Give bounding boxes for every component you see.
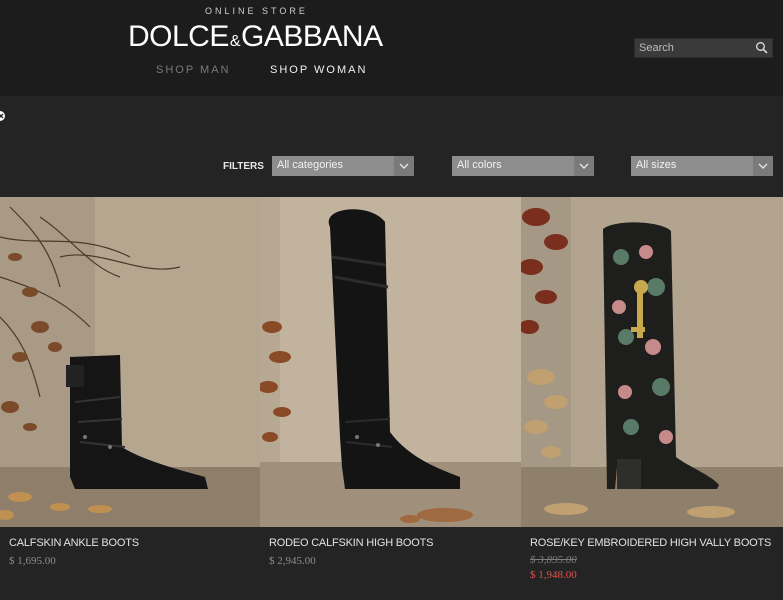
color-select[interactable]: All colors — [452, 156, 594, 176]
product-grid: CALFSKIN ANKLE BOOTS $ 1,695.00 RODEO CA… — [0, 197, 783, 600]
logo-ampersand: & — [229, 33, 241, 50]
nav-shop-man[interactable]: SHOP MAN — [156, 64, 230, 76]
chevron-down-icon[interactable] — [753, 156, 773, 176]
product-card[interactable]: ROSE/KEY EMBROIDERED HIGH VALLY BOOTS $ … — [521, 197, 783, 600]
category-select[interactable]: All categories — [272, 156, 414, 176]
product-sale-price: $ 1,948.00 — [530, 569, 577, 581]
search-input[interactable] — [635, 39, 758, 57]
close-circle-icon[interactable] — [0, 111, 5, 121]
logo-text-left: DOLCE — [128, 20, 229, 53]
product-price: $ 2,945.00 — [269, 555, 316, 567]
product-card[interactable]: RODEO CALFSKIN HIGH BOOTS $ 2,945.00 — [260, 197, 521, 600]
product-price: $ 1,695.00 — [9, 555, 56, 567]
product-image-rodeo-boots[interactable] — [260, 197, 521, 527]
product-card[interactable]: CALFSKIN ANKLE BOOTS $ 1,695.00 — [0, 197, 260, 600]
chevron-down-icon[interactable] — [574, 156, 594, 176]
search-box — [634, 38, 773, 58]
product-original-price: $ 3,895.00 — [530, 554, 577, 566]
product-image-embroidered-boots[interactable] — [521, 197, 783, 527]
product-image-ankle-boots[interactable] — [0, 197, 260, 527]
nav-shop-woman[interactable]: SHOP WOMAN — [270, 64, 367, 76]
size-select-value: All sizes — [636, 159, 677, 171]
product-name[interactable]: CALFSKIN ANKLE BOOTS — [9, 537, 139, 549]
site-header: ONLINE STORE DOLCE&GABBANA SHOP MAN SHOP… — [0, 0, 783, 96]
category-select-value: All categories — [277, 159, 344, 171]
filters-label: FILTERS — [223, 161, 264, 172]
size-select[interactable]: All sizes — [631, 156, 773, 176]
dolce-gabbana-logo[interactable]: DOLCE&GABBANA — [128, 20, 383, 54]
logo-text-right: GABBANA — [241, 20, 383, 53]
search-icon[interactable] — [755, 41, 769, 55]
product-name[interactable]: RODEO CALFSKIN HIGH BOOTS — [269, 537, 434, 549]
product-name[interactable]: ROSE/KEY EMBROIDERED HIGH VALLY BOOTS — [530, 537, 771, 549]
chevron-down-icon[interactable] — [394, 156, 414, 176]
color-select-value: All colors — [457, 159, 502, 171]
online-store-tagline: ONLINE STORE — [205, 6, 308, 16]
